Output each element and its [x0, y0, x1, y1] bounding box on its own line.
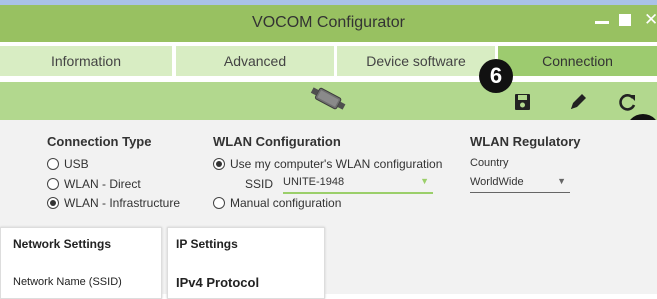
radio-wlan-direct-label: WLAN - Direct [64, 177, 141, 191]
tab-connection[interactable]: Connection [498, 46, 657, 76]
tab-information[interactable]: Information [0, 46, 172, 76]
tab-device-software[interactable]: Device software [337, 46, 495, 76]
connection-type-header: Connection Type [47, 134, 152, 149]
radio-use-computer-wlan[interactable]: Use my computer's WLAN configuration [213, 157, 442, 171]
radio-button[interactable] [213, 197, 225, 209]
radio-usb-label: USB [64, 157, 89, 171]
ssid-label: SSID [245, 177, 274, 191]
country-label: Country [470, 157, 509, 169]
tab-advanced[interactable]: Advanced [176, 46, 334, 76]
radio-button-selected[interactable] [213, 158, 225, 170]
callout-badge-6: 6 [479, 59, 513, 93]
refresh-icon[interactable] [617, 92, 639, 112]
radio-button[interactable] [47, 158, 59, 170]
country-select[interactable]: WorldWide ▼ [470, 176, 570, 193]
ip-settings-header: IP Settings [176, 237, 238, 251]
minimize-icon[interactable] [595, 21, 609, 24]
close-icon[interactable]: ✕ [644, 11, 657, 28]
ssid-select[interactable]: UNITE-1948 ▼ [283, 176, 433, 194]
radio-wlan-infrastructure[interactable]: WLAN - Infrastructure [47, 196, 180, 210]
window-title: VOCOM Configurator [252, 14, 405, 31]
wlan-configuration-header: WLAN Configuration [213, 134, 341, 149]
radio-wlan-infrastructure-label: WLAN - Infrastructure [64, 196, 181, 210]
radio-manual-configuration[interactable]: Manual configuration [213, 196, 341, 210]
network-settings-header: Network Settings [13, 237, 112, 251]
ipv4-protocol-header: IPv4 Protocol [176, 275, 260, 290]
maximize-icon[interactable] [619, 14, 631, 26]
ssid-select-value: UNITE-1948 [283, 176, 345, 188]
radio-manual-configuration-label: Manual configuration [230, 196, 342, 210]
chevron-down-icon: ▼ [557, 176, 566, 186]
radio-use-computer-wlan-label: Use my computer's WLAN configuration [230, 157, 443, 171]
wlan-regulatory-header: WLAN Regulatory [470, 134, 581, 149]
device-icon [310, 87, 346, 110]
radio-wlan-direct[interactable]: WLAN - Direct [47, 177, 141, 191]
radio-button[interactable] [47, 178, 59, 190]
country-select-value: WorldWide [470, 176, 524, 188]
title-bar-top-strip [0, 0, 657, 5]
chevron-down-icon: ▼ [420, 176, 429, 186]
save-icon[interactable] [512, 92, 534, 112]
edit-icon[interactable] [567, 92, 589, 112]
network-name-label: Network Name (SSID) [13, 276, 122, 288]
radio-usb[interactable]: USB [47, 157, 89, 171]
radio-button-selected[interactable] [47, 197, 59, 209]
